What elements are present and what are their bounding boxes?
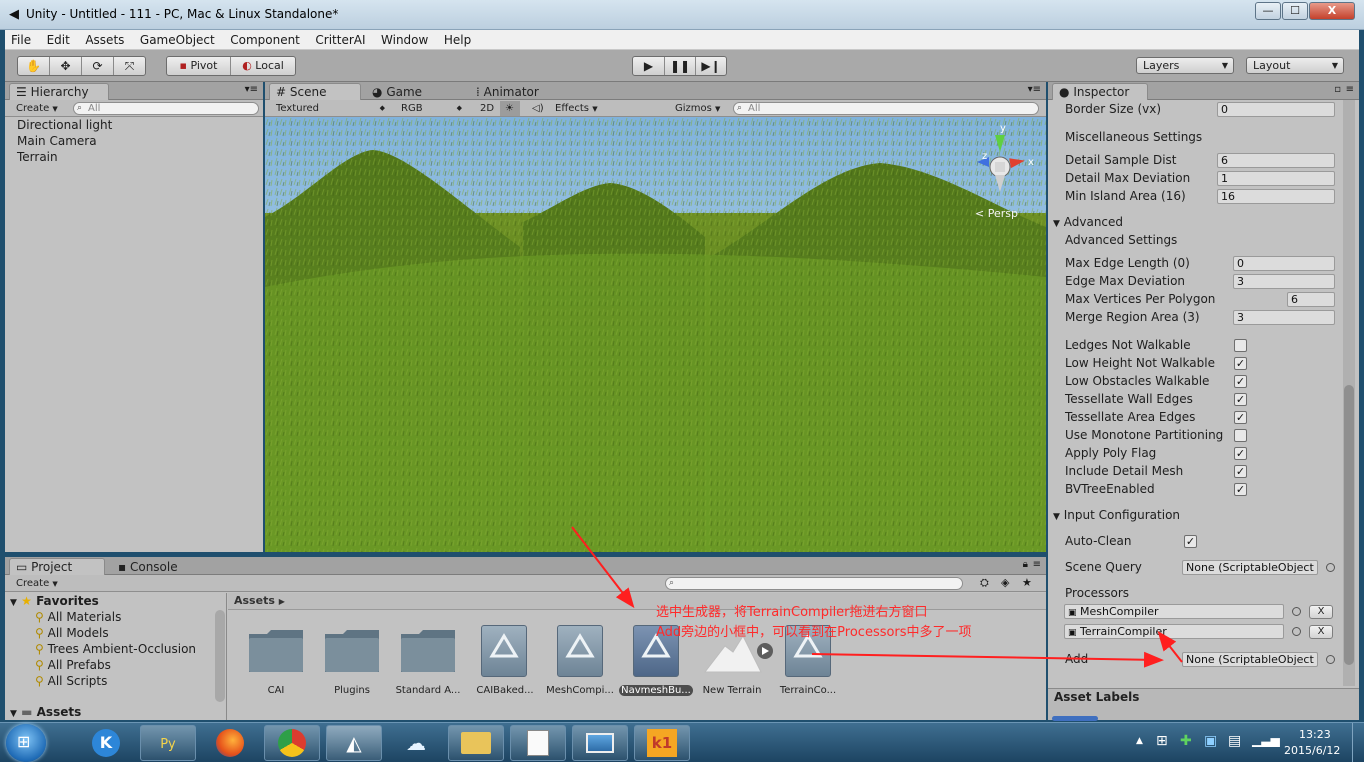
taskbar-app-python[interactable]: Py — [140, 725, 196, 761]
taskbar-app-explorer[interactable] — [448, 725, 504, 761]
photos-icon — [586, 733, 614, 753]
tray-expand-icon[interactable]: ▲ — [1136, 736, 1143, 746]
taskbar-app-unity[interactable]: ◭ — [326, 725, 382, 761]
taskbar-app-chrome[interactable] — [264, 725, 320, 761]
python-icon: Py — [160, 737, 176, 752]
start-button[interactable]: ⊞ — [6, 724, 46, 762]
k-app-icon: K — [92, 729, 120, 757]
notepad-icon — [527, 730, 549, 756]
taskbar-app-cloud[interactable]: ☁ — [388, 725, 444, 761]
tray-security-icon[interactable]: ✚ — [1180, 733, 1192, 749]
show-desktop-button[interactable] — [1352, 723, 1364, 762]
taskbar: ⊞ K Py ◭ ☁ k1 ▲ ⊞ ✚ ▣ ▤ ▁▃▅ 13:23 2015/6… — [0, 722, 1364, 762]
annotation-arrow-to-asset — [571, 526, 635, 609]
k1-icon: k1 — [647, 729, 677, 757]
annotation-arrow-to-add — [811, 651, 1164, 668]
tray-network-icon[interactable]: ▣ — [1204, 733, 1217, 749]
tray-signal-icon[interactable]: ▁▃▅ — [1252, 733, 1280, 747]
cloud-icon: ☁ — [406, 731, 426, 755]
annotation-arrow-to-processor — [1157, 630, 1183, 663]
tray-app-icon[interactable]: ⊞ — [1156, 733, 1168, 749]
unity-icon: ◭ — [346, 731, 362, 755]
clock-date[interactable]: 2015/6/12 — [1284, 744, 1340, 757]
annotation-line-1: 选中生成器，将TerrainCompiler拖进右方窗口 — [656, 605, 928, 620]
taskbar-app-k1[interactable]: k1 — [634, 725, 690, 761]
firefox-icon — [216, 729, 244, 757]
taskbar-app-k[interactable]: K — [78, 725, 134, 761]
explorer-folder-icon — [461, 732, 491, 754]
windows-logo-icon: ⊞ — [17, 732, 31, 751]
chrome-icon — [278, 729, 306, 757]
taskbar-app-firefox[interactable] — [202, 725, 258, 761]
taskbar-app-photos[interactable] — [572, 725, 628, 761]
annotation-line-2: Add旁边的小框中，可以看到在Processors中多了一项 — [656, 625, 972, 640]
taskbar-app-notepad[interactable] — [510, 725, 566, 761]
tray-device-icon[interactable]: ▤ — [1228, 733, 1241, 749]
clock-time[interactable]: 13:23 — [1299, 728, 1331, 741]
